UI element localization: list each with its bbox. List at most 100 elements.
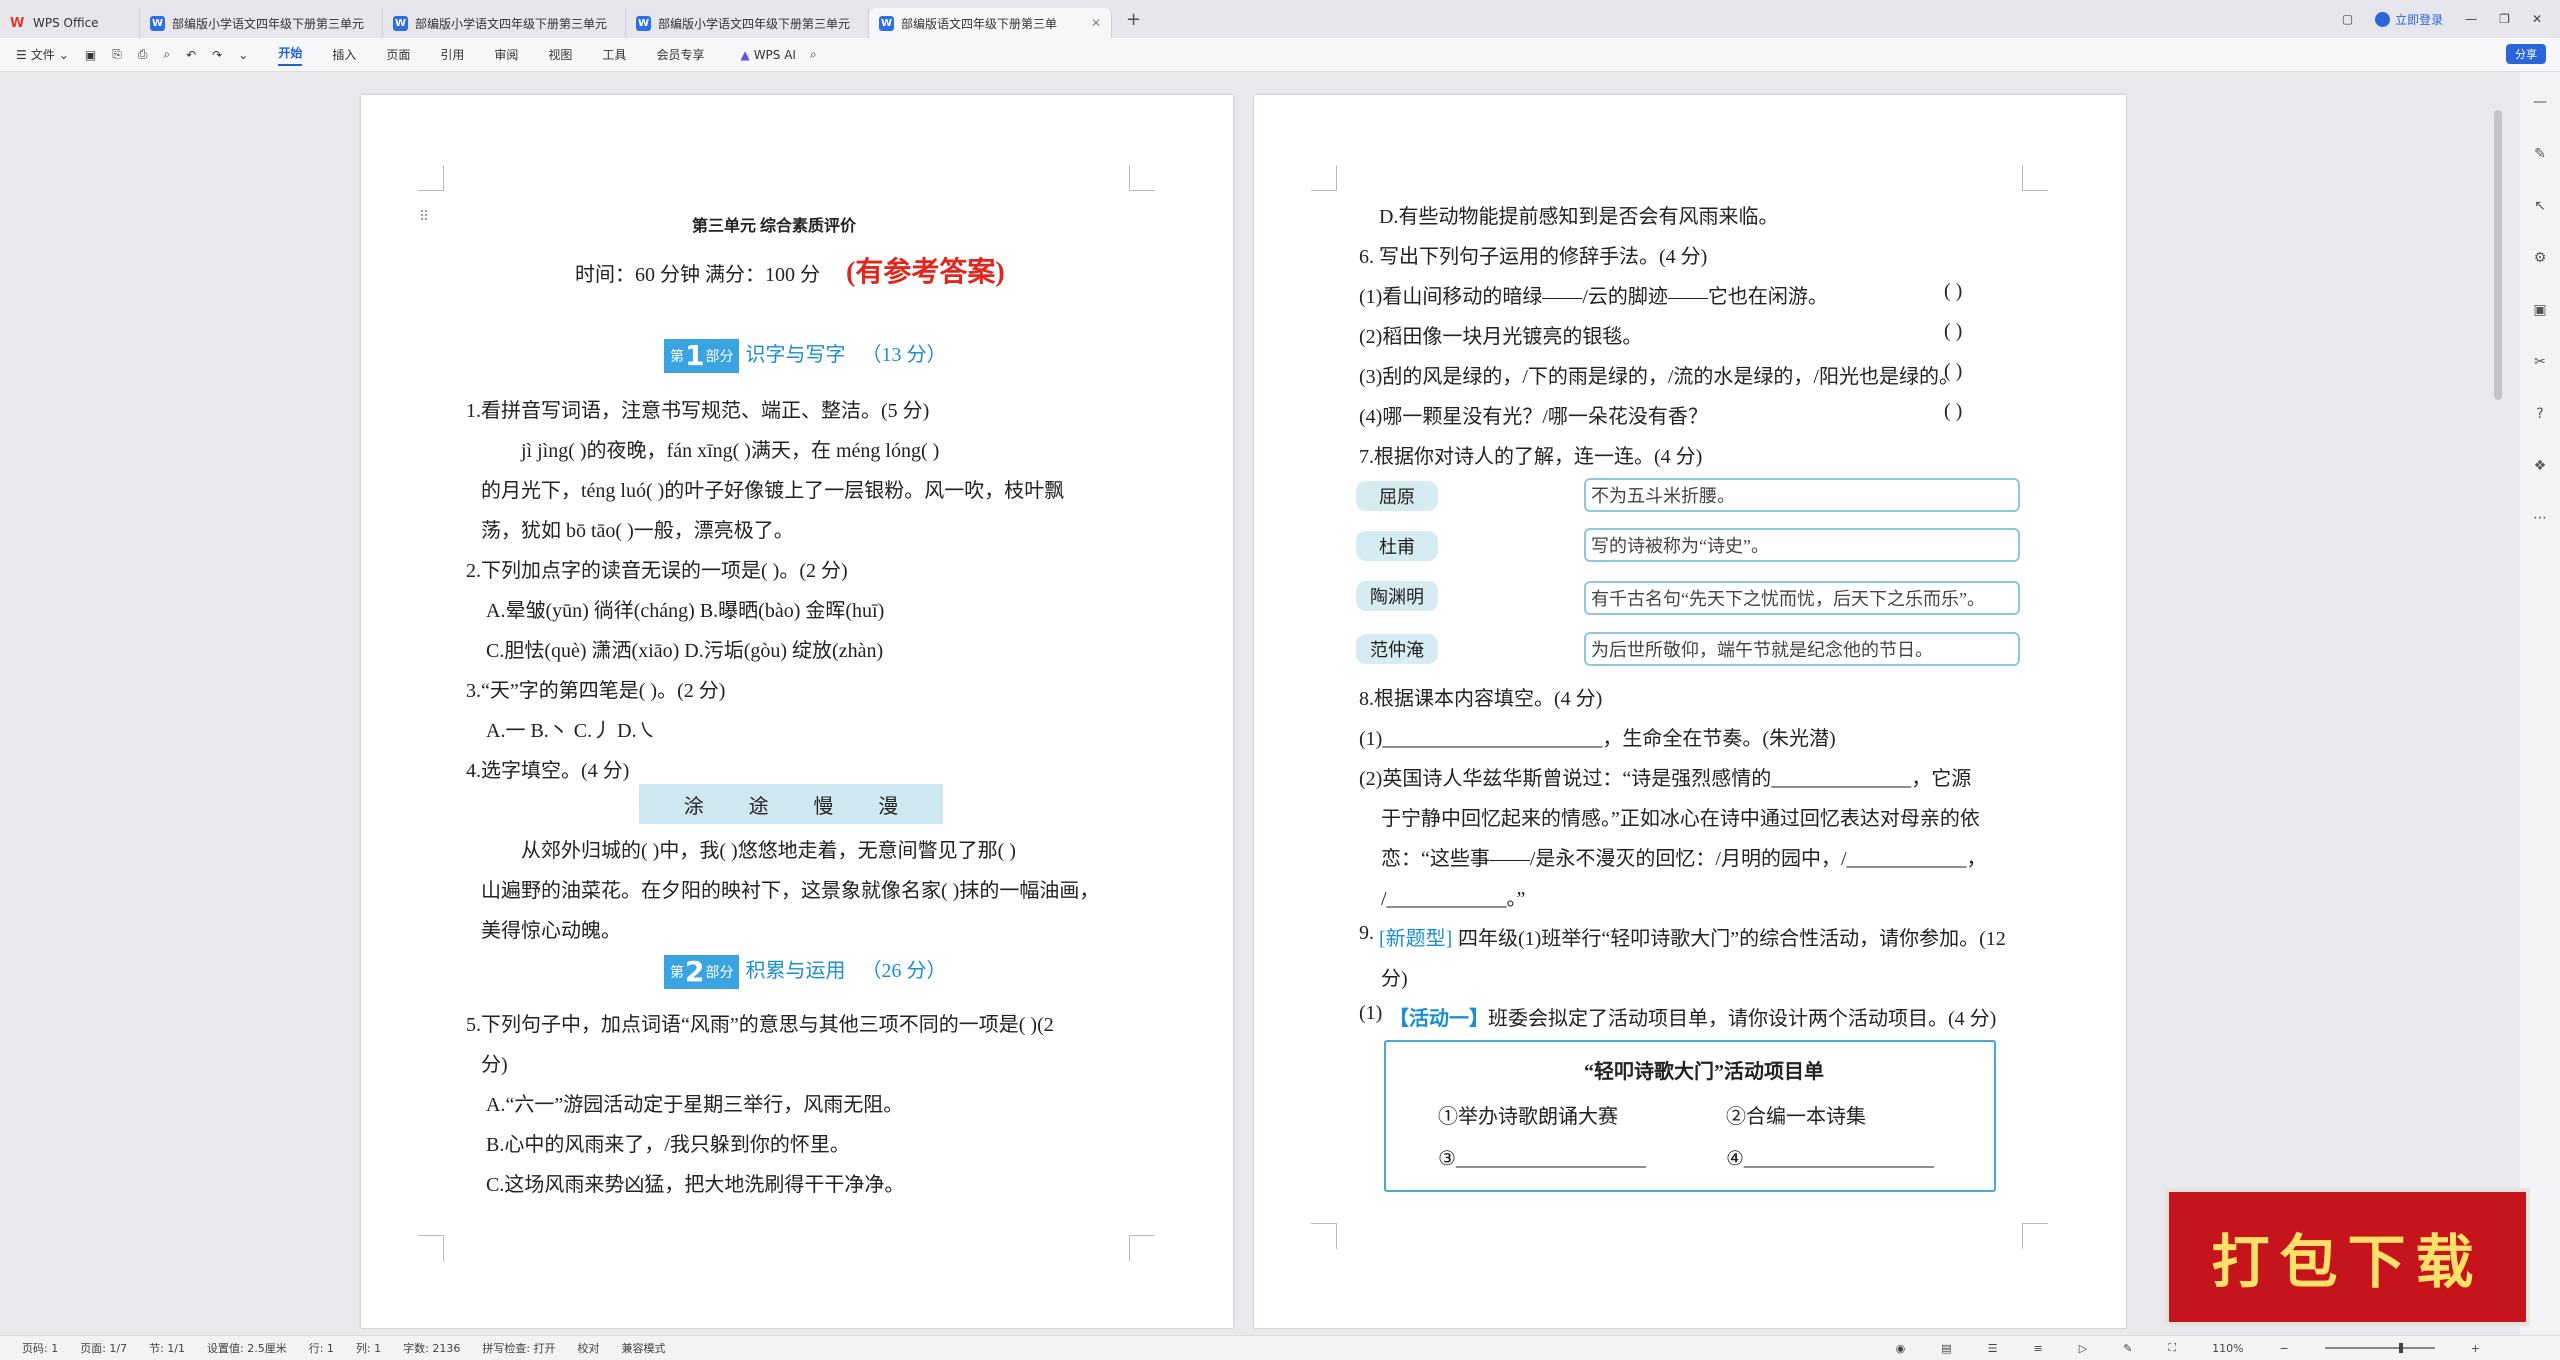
ai-label: WPS AI — [753, 47, 796, 62]
poet-description: 不为五斗米折腰。 — [1584, 478, 2020, 512]
q6-answer-paren: ( ) — [1944, 360, 1963, 382]
search-icon[interactable]: ⌕ — [810, 47, 817, 62]
part1-title: 识字与写字 — [745, 344, 846, 366]
part1-score: （13 分） — [861, 344, 947, 366]
q6-item: (3)刮的风是绿的，/下的雨是绿的，/流的水是绿的，/阳光也是绿的。 — [1359, 366, 1959, 388]
login-button[interactable]: 立即登录 — [2375, 11, 2443, 28]
maximize-icon[interactable]: ❐ — [2499, 12, 2510, 26]
tab-label: 部编版小学语文四年级下册第三单元 — [658, 16, 851, 31]
web-view-icon[interactable]: ☰ — [1988, 1342, 1998, 1355]
eye-icon[interactable]: ◉ — [1896, 1342, 1906, 1355]
answer-note: (有参考答案) — [846, 257, 1005, 288]
zoom-in-icon[interactable]: + — [2471, 1342, 2480, 1355]
tab-label: 部编版语文四年级下册第三单 — [901, 16, 1058, 31]
wps-ai-button[interactable]: ▲ WPS AI — [740, 48, 796, 62]
part-num: 1 — [685, 339, 705, 372]
collapse-icon[interactable]: — — [2533, 94, 2547, 110]
poet-label: 杜甫 — [1356, 531, 1438, 561]
redo-icon[interactable]: ↷ — [212, 48, 222, 62]
tab-tools[interactable]: 工具 — [602, 46, 626, 63]
preview-icon[interactable]: ⌕ — [163, 47, 170, 62]
restore-icon[interactable]: ▢ — [2342, 12, 2353, 26]
poet-description: 为后世所敬仰，端午节就是纪念他的节日。 — [1584, 632, 2020, 666]
hamburger-icon: ☰ — [16, 47, 27, 62]
close-window-icon[interactable]: ✕ — [2532, 12, 2542, 26]
tab-view[interactable]: 视图 — [548, 46, 572, 63]
q9-tag: [新题型] — [1379, 928, 1453, 950]
tab-label: 部编版小学语文四年级下册第三单元 — [172, 16, 365, 31]
part-num: 2 — [685, 955, 705, 988]
more-icon[interactable]: ⋯ — [2533, 510, 2547, 526]
tab-review[interactable]: 审阅 — [494, 46, 518, 63]
status-setting: 设置值: 2.5厘米 — [207, 1342, 287, 1355]
margin-corner — [2022, 1223, 2048, 1249]
q5-option-a: A.“六一”游园活动定于星期三举行，风雨无阻。 — [486, 1094, 904, 1116]
zoom-slider-thumb[interactable] — [2398, 1343, 2403, 1353]
q9-cont: 分) — [1381, 968, 1408, 990]
tab-insert[interactable]: 插入 — [332, 46, 356, 63]
tab-document[interactable]: W 部编版小学语文四年级下册第三单元 — [140, 8, 383, 38]
image-icon[interactable]: ▣ — [2533, 302, 2546, 318]
print-icon[interactable]: ⎙ — [138, 47, 148, 62]
undo-icon[interactable]: ↶ — [186, 48, 196, 62]
q8-item: 恋：“这些事——/是永不漫灭的回忆：/月明的园中，/____________， — [1381, 848, 1987, 870]
edit-icon[interactable]: ✎ — [2123, 1342, 2132, 1355]
tab-member[interactable]: 会员专享 — [656, 46, 704, 63]
q4-word-box: 涂 途 慢 漫 — [639, 784, 943, 824]
status-word-count[interactable]: 字数: 2136 — [403, 1340, 460, 1356]
status-pages[interactable]: 页面: 1/7 — [80, 1340, 127, 1356]
part1-heading: 第 1 部分 识字与写字 （13 分） — [664, 338, 946, 373]
status-spellcheck[interactable]: 拼写检查: 打开 — [482, 1340, 555, 1356]
view-controls: ◉ ▤ ☰ ≡ ▷ ✎ ⛶ 110% − + — [1874, 1341, 2480, 1355]
pen-icon[interactable]: ✎ — [2534, 146, 2546, 162]
wps-logo-icon: W — [10, 16, 25, 31]
q5: 5.下列句子中，加点词语“风雨”的意思与其他三项不同的一项是( )(2 — [466, 1014, 1054, 1036]
settings-icon[interactable]: ⚙ — [2534, 250, 2547, 266]
part2-badge: 第 2 部分 — [664, 955, 740, 989]
play-icon[interactable]: ▷ — [2079, 1342, 2087, 1355]
activity-item: ②合编一本诗集 — [1726, 1106, 1866, 1128]
tab-wps-home[interactable]: W WPS Office — [0, 8, 140, 38]
minimize-icon[interactable]: — — [2465, 12, 2477, 26]
fit-icon[interactable]: ⛶ — [2168, 1341, 2176, 1355]
close-icon[interactable]: ✕ — [1091, 16, 1101, 30]
tab-reference[interactable]: 引用 — [440, 46, 464, 63]
activity-list-title: “轻叩诗歌大门”活动项目单 — [1584, 1061, 1824, 1083]
zoom-level[interactable]: 110% — [2212, 1342, 2243, 1355]
zoom-slider[interactable] — [2324, 1343, 2435, 1353]
gift-icon[interactable]: ❖ — [2534, 458, 2547, 474]
tab-page[interactable]: 页面 — [386, 46, 410, 63]
share-button[interactable]: 分享 — [2506, 44, 2546, 64]
download-banner[interactable]: 打包下载 — [2165, 1188, 2530, 1326]
part-prefix: 第 — [670, 349, 684, 365]
save-icon[interactable]: ▣ — [85, 48, 96, 62]
q4-line: 从郊外归城的( )中，我( )悠悠地走着，无意间瞥见了那( ) — [521, 840, 1016, 862]
drag-handle-icon[interactable]: ⠿ — [419, 209, 429, 225]
add-tab-icon[interactable]: + — [1126, 9, 1141, 30]
q8-item: 于宁静中回忆起来的情感。”正如冰心在诗中通过回忆表达对母亲的依 — [1381, 808, 1980, 830]
status-proof[interactable]: 校对 — [578, 1340, 600, 1356]
file-menu[interactable]: ☰ 文件 ⌄ — [16, 46, 69, 63]
tab-home[interactable]: 开始 — [278, 44, 303, 66]
word-doc-icon: W — [879, 15, 894, 31]
tab-document-active[interactable]: W 部编版语文四年级下册第三单 ✕ — [869, 8, 1112, 38]
q8-item: (1)______________________，生命全在节奏。(朱光潜) — [1359, 728, 1836, 750]
q6-answer-paren: ( ) — [1944, 400, 1963, 422]
tab-document[interactable]: W 部编版小学语文四年级下册第三单元 — [626, 8, 869, 38]
unit-title: 第三单元 综合素质评价 — [692, 218, 857, 235]
select-icon[interactable]: ↖ — [2534, 198, 2546, 214]
more-icon[interactable]: ⌄ — [238, 48, 248, 62]
help-icon[interactable]: ? — [2536, 406, 2543, 422]
export-icon[interactable]: ⎘ — [112, 47, 122, 62]
right-sidebar: — ✎ ↖ ⚙ ▣ ✂ ? ❖ ⋯ — [2520, 72, 2560, 1335]
share-label: 分享 — [2515, 48, 2537, 61]
vertical-scrollbar[interactable] — [2494, 110, 2502, 400]
zoom-out-icon[interactable]: − — [2280, 1342, 2289, 1355]
tools-icon[interactable]: ✂ — [2534, 354, 2546, 370]
q4: 4.选字填空。(4 分) — [466, 760, 630, 782]
page-view-icon[interactable]: ▤ — [1941, 1342, 1951, 1355]
q6: 6. 写出下列句子运用的修辞手法。(4 分) — [1359, 246, 1708, 268]
q2: 2.下列加点字的读音无误的一项是( )。(2 分) — [466, 560, 848, 582]
outline-icon[interactable]: ≡ — [2034, 1342, 2043, 1355]
tab-document[interactable]: W 部编版小学语文四年级下册第三单元 — [383, 8, 626, 38]
